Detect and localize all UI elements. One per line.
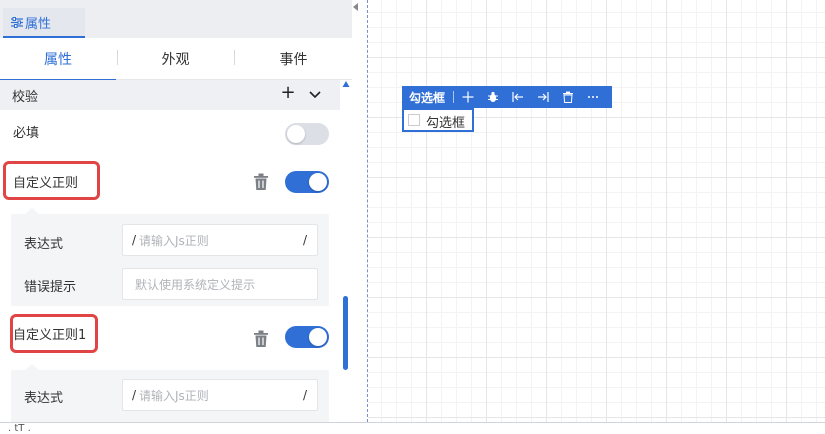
expression-label: 表达式 [24,237,64,252]
checkbox[interactable] [408,114,420,126]
toggle-knob [309,328,327,346]
rule-config-card: 表达式 / 请输入Js正则 / [11,364,329,422]
bug-icon[interactable] [486,90,500,104]
regex-slash-left: / [132,388,137,402]
rule-enabled-toggle[interactable] [285,171,329,193]
bottom-status-strip: . tT . [0,422,825,434]
chevron-down-icon[interactable] [308,90,322,100]
delete-rule-icon[interactable] [253,330,269,348]
tab-events[interactable]: 事件 [235,38,352,80]
tab-properties[interactable]: 属性 [0,38,116,81]
regex-expression-input[interactable]: / 请输入Js正则 / [122,379,318,411]
property-panel: 属性 属性 外观 事件 校验 + 必填 自定义正则 表达式 / 请输入Js正则 … [0,0,352,422]
toggle-knob [309,173,327,191]
checkbox-component[interactable]: 勾选框 [402,108,474,132]
align-right-icon[interactable] [536,90,550,104]
expression-placeholder: 请输入Js正则 [139,388,209,403]
design-canvas[interactable] [368,0,825,422]
toolbar-component-name: 勾选框 [409,90,446,105]
regex-slash-right: / [302,388,307,402]
subtab-bar: 属性 外观 事件 [0,38,352,81]
tab-appearance[interactable]: 外观 [117,38,234,80]
regex-expression-input[interactable]: / 请输入Js正则 / [122,224,318,256]
panel-scrollbar-thumb[interactable] [343,296,348,370]
highlight-box [3,161,100,200]
component-toolbar: 勾选框 [402,86,612,108]
error-message-input[interactable]: 默认使用系统定义提示 [122,268,318,300]
required-toggle[interactable] [285,123,329,145]
move-icon[interactable] [461,90,475,104]
tab-properties-main[interactable]: 属性 [3,8,85,38]
regex-slash-left: / [132,233,137,247]
panel-header: 属性 [0,0,352,38]
panel-title: 属性 [25,16,52,32]
toolbar-divider [453,91,455,103]
expression-placeholder: 请输入Js正则 [139,233,209,248]
checkbox-label: 勾选框 [426,116,466,131]
panel-splitter[interactable] [352,0,368,422]
rule-enabled-toggle[interactable] [285,326,329,348]
error-message-placeholder: 默认使用系统定义提示 [135,277,256,292]
delete-rule-icon[interactable] [253,173,269,191]
toggle-knob [287,125,305,143]
tab-divider [117,50,118,65]
scroll-up-arrow-icon[interactable] [342,80,350,88]
sliders-icon [11,17,23,28]
required-label: 必填 [13,126,40,141]
collapse-panel-icon[interactable] [352,2,360,12]
bottom-text: . tT . [8,424,31,434]
align-left-icon[interactable] [511,90,525,104]
regex-slash-right: / [302,233,307,247]
error-message-label: 错误提示 [24,280,77,295]
rule-config-card: 表达式 / 请输入Js正则 / 错误提示 默认使用系统定义提示 [11,208,329,306]
more-icon[interactable] [586,90,600,104]
section-title: 校验 [12,89,39,105]
tab-divider [234,50,235,65]
highlight-box [10,314,98,353]
delete-icon[interactable] [561,90,575,104]
expression-label: 表达式 [24,391,64,406]
add-rule-button[interactable]: + [280,80,296,106]
